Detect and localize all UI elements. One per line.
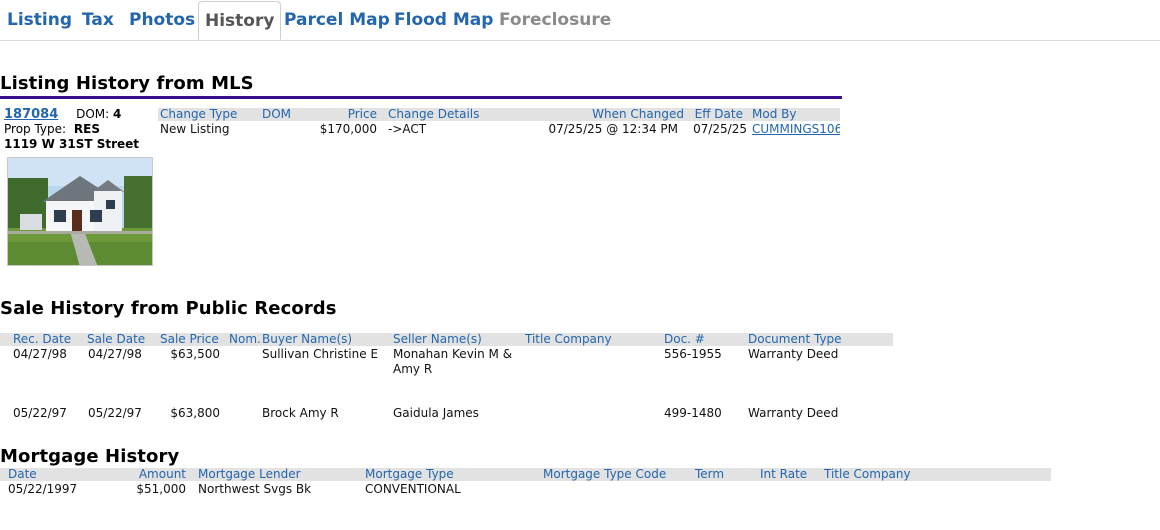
col-mortgage-lender: Mortgage Lender <box>198 467 301 481</box>
col-sale-date: Sale Date <box>87 332 146 346</box>
col-amount: Amount <box>138 467 186 481</box>
listing-change-type: New Listing <box>160 122 230 136</box>
listing-eff-date: 07/25/25 <box>693 122 747 136</box>
col-mod-by: Mod By <box>752 107 797 121</box>
sale-row-1-price: $63,500 <box>170 347 220 361</box>
sale-row-2-rec-date: 05/22/97 <box>13 406 67 420</box>
mortgage-row-1-type: CONVENTIONAL <box>365 482 461 496</box>
mortgage-history-title: Mortgage History <box>0 446 180 467</box>
tab-history[interactable]: History <box>198 1 282 40</box>
col-price: Price <box>347 107 377 121</box>
listing-summary: 187084 DOM: 4 <box>4 107 121 122</box>
mortgage-row-1-amount: $51,000 <box>136 482 186 496</box>
tab-tax[interactable]: Tax <box>82 0 114 40</box>
prop-type-line: Prop Type: RES <box>4 122 100 136</box>
col-int-rate: Int Rate <box>760 467 808 481</box>
mls-number-link[interactable]: 187084 <box>4 107 58 122</box>
sale-row-1-seller-line-2: Amy R <box>393 362 433 376</box>
mortgage-row-1-lender: Northwest Svgs Bk <box>198 482 312 496</box>
sale-row-2-seller: Gaidula James <box>393 406 479 420</box>
col-rec-date: Rec. Date <box>13 332 72 346</box>
col-change-details: Change Details <box>388 107 480 121</box>
property-address: 1119 W 31ST Street <box>4 137 140 151</box>
prop-type-label: Prop Type: <box>4 122 67 136</box>
prop-type-value: RES <box>73 122 100 136</box>
tab-foreclosure: Foreclosure <box>499 10 612 30</box>
mortgage-row-1-date: 05/22/1997 <box>8 482 78 496</box>
col-seller: Seller Name(s) <box>393 332 482 346</box>
tab-parcel-map[interactable]: Parcel Map <box>284 0 390 40</box>
sale-row-1-buyer: Sullivan Christine E <box>262 347 379 361</box>
sale-row-1-sale-date: 04/27/98 <box>88 347 142 361</box>
col-change-type: Change Type <box>160 107 238 121</box>
section-divider <box>0 96 842 99</box>
col-mortgage-type: Mortgage Type <box>365 467 454 481</box>
tab-bar: Listing Tax Photos History Parcel Map Fl… <box>0 0 1160 41</box>
listing-price: $170,000 <box>319 122 377 136</box>
listing-when-changed: 07/25/25 @ 12:34 PM <box>548 122 678 136</box>
sale-row-2-buyer: Brock Amy R <box>262 406 339 420</box>
sale-row-1-doc-type: Warranty Deed <box>748 347 839 361</box>
col-document-type: Document Type <box>748 332 842 346</box>
sale-row-2-sale-date: 05/22/97 <box>88 406 142 420</box>
listing-history-title: Listing History from MLS <box>0 73 254 94</box>
col-doc-number: Doc. # <box>664 332 705 346</box>
col-nom: Nom. <box>229 332 261 346</box>
tab-photos[interactable]: Photos <box>129 0 195 40</box>
dom-value: 4 <box>113 107 122 121</box>
col-dom: DOM <box>262 107 292 121</box>
col-sale-price: Sale Price <box>160 332 219 346</box>
house-photo[interactable] <box>7 157 153 266</box>
tab-listing[interactable]: Listing <box>7 0 72 40</box>
sale-row-2-price: $63,800 <box>170 406 220 420</box>
sale-row-2-doc-type: Warranty Deed <box>748 406 839 420</box>
listing-change-details: ->ACT <box>388 122 427 136</box>
house-image <box>8 158 152 265</box>
col-mortgage-date: Date <box>8 467 37 481</box>
col-eff-date: Eff Date <box>694 107 743 121</box>
col-mortgage-title-company: Title Company <box>824 467 911 481</box>
sale-row-2-doc-number: 499-1480 <box>664 406 722 420</box>
tab-flood-map[interactable]: Flood Map <box>394 0 493 40</box>
col-term: Term <box>695 467 725 481</box>
col-when-changed: When Changed <box>592 107 684 121</box>
sale-row-1-doc-number: 556-1955 <box>664 347 722 361</box>
sale-history-title: Sale History from Public Records <box>0 298 337 319</box>
col-mortgage-type-code: Mortgage Type Code <box>543 467 667 481</box>
dom-label: DOM: <box>76 107 110 121</box>
col-title-company: Title Company <box>525 332 612 346</box>
sale-row-1-rec-date: 04/27/98 <box>13 347 67 361</box>
listing-mod-by-link[interactable]: CUMMINGS106 <box>752 122 840 137</box>
sale-row-1-seller-line-1: Monahan Kevin M & <box>393 347 513 361</box>
col-buyer: Buyer Name(s) <box>262 332 353 346</box>
